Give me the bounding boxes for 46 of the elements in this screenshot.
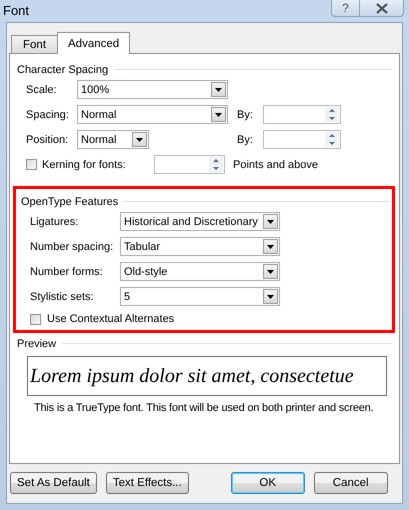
field-label: By: <box>237 108 254 120</box>
dropdown[interactable]: Historical and Discretionary <box>120 212 280 231</box>
checkbox-label: Use Contextual Alternates <box>47 313 174 325</box>
window-title: Font <box>3 3 30 18</box>
dropdown[interactable]: 5 <box>120 287 280 306</box>
dropdown[interactable]: Tabular <box>120 237 280 256</box>
dropdown[interactable]: Old-style <box>120 262 280 281</box>
spin-field[interactable] <box>263 130 341 149</box>
field-label: Number forms: <box>30 266 104 278</box>
checkbox[interactable] <box>30 314 41 324</box>
caret-icon <box>267 244 274 248</box>
tab[interactable]: Advanced <box>57 32 130 54</box>
spin-field[interactable] <box>263 105 341 124</box>
checkbox[interactable] <box>26 159 37 170</box>
close-icon <box>376 2 388 14</box>
field-label: Ligatures: <box>30 216 80 228</box>
dialog-button[interactable]: Set As Default <box>10 472 97 494</box>
group-title: Preview <box>17 338 56 350</box>
font-note: This is a TrueType font. This font will be used on both printer and screen. <box>34 402 374 414</box>
close-button[interactable] <box>360 0 404 17</box>
field-label: Position: <box>26 134 70 146</box>
spin-field[interactable] <box>154 155 225 174</box>
caret-icon <box>267 270 274 274</box>
unit-label: Points and above <box>233 158 318 170</box>
tab[interactable]: Font <box>11 35 58 53</box>
group-title: Character Spacing <box>17 64 108 76</box>
dialog-button[interactable]: Cancel <box>314 472 388 494</box>
dropdown[interactable]: 100% <box>77 80 228 99</box>
field-label: Spacing: <box>26 108 70 120</box>
help-button[interactable]: ? <box>331 0 360 17</box>
group-title: OpenType Features <box>21 196 118 208</box>
caret-icon <box>267 294 274 298</box>
caret-icon <box>215 88 222 92</box>
dropdown[interactable]: Normal <box>77 105 228 124</box>
caret-icon <box>267 220 274 224</box>
field-label: Stylistic sets: <box>30 290 95 302</box>
dialog-button[interactable]: Text Effects... <box>106 472 189 494</box>
caret-icon <box>136 138 143 142</box>
preview-text: Lorem ipsum dolor sit amet, consectetue <box>30 364 354 388</box>
field-label: Scale: <box>26 84 58 96</box>
dialog-button[interactable]: OK <box>230 472 305 494</box>
dropdown[interactable]: Normal <box>77 130 149 149</box>
caret-icon <box>215 112 222 116</box>
field-label: Number spacing: <box>30 240 114 252</box>
field-label: By: <box>237 134 254 146</box>
checkbox-label: Kerning for fonts: <box>42 158 127 170</box>
